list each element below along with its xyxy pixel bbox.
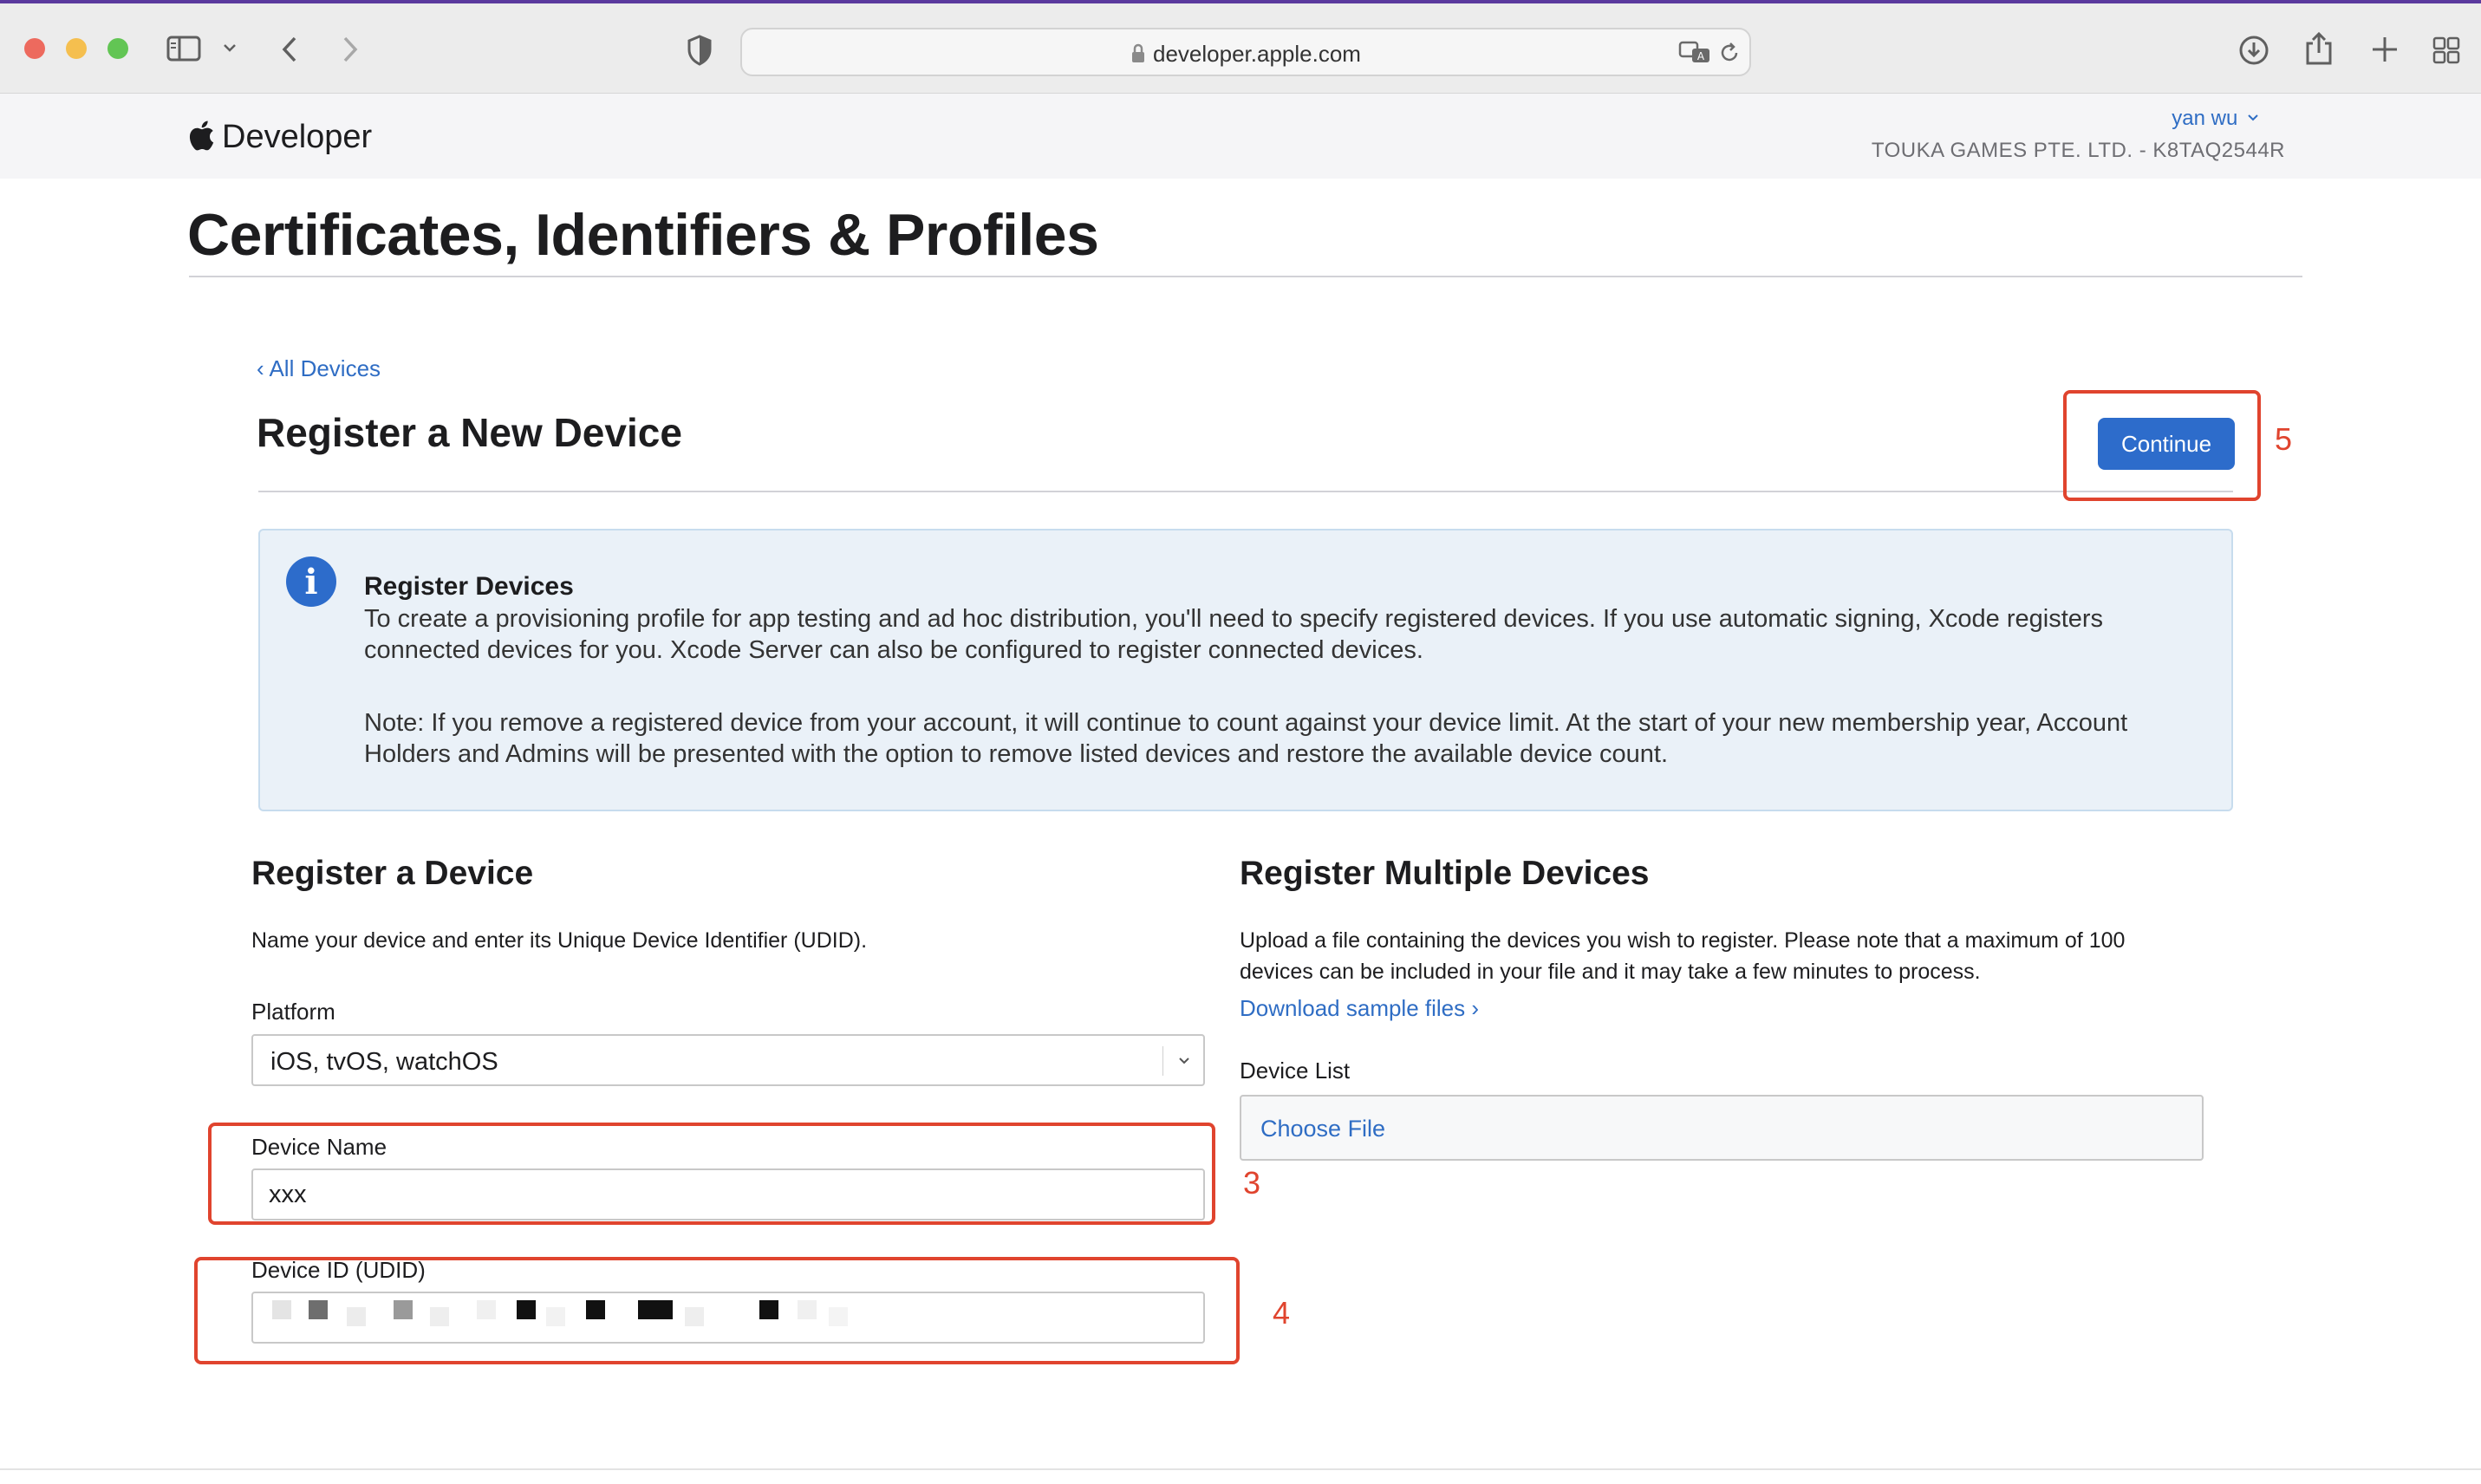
select-divider xyxy=(1162,1046,1163,1076)
annotation-step-4: 4 xyxy=(1273,1295,1291,1331)
chevron-down-icon[interactable] xyxy=(222,42,238,58)
section-title: Register a New Device xyxy=(257,410,682,455)
address-bar[interactable]: developer.apple.com A xyxy=(740,28,1751,76)
privacy-shield-icon[interactable] xyxy=(687,35,713,70)
download-sample-files-link[interactable]: Download sample files › xyxy=(1240,995,1479,1022)
share-icon[interactable] xyxy=(2304,31,2334,70)
register-multiple-description: Upload a file containing the devices you… xyxy=(1240,928,2126,984)
brand-label: Developer xyxy=(222,118,373,155)
info-icon: i xyxy=(286,556,336,607)
url-text: developer.apple.com xyxy=(1153,41,1361,67)
register-multiple-title: Register Multiple Devices xyxy=(1240,855,1650,892)
developer-home-link[interactable]: Developer xyxy=(187,111,372,163)
account-menu[interactable]: yan wu xyxy=(2172,104,2259,131)
lock-icon xyxy=(1130,43,1146,70)
apple-logo-icon xyxy=(187,119,215,156)
page-title: Certificates, Identifiers & Profiles xyxy=(187,202,1099,268)
back-arrow-icon[interactable] xyxy=(279,35,300,68)
info-note: Note: If you remove a registered device … xyxy=(364,709,2128,768)
platform-value: iOS, tvOS, watchOS xyxy=(270,1048,498,1076)
annotation-step-5: 5 xyxy=(2275,421,2293,457)
footer-divider xyxy=(0,1468,2481,1470)
annotation-box-continue xyxy=(2063,390,2261,501)
minimize-window-button[interactable] xyxy=(66,38,87,59)
register-device-description: Name your device and enter its Unique De… xyxy=(251,928,868,953)
developer-header: Developer yan wu TOUKA GAMES PTE. LTD. -… xyxy=(0,94,2481,179)
browser-toolbar: developer.apple.com A xyxy=(0,0,2481,94)
info-paragraph: To create a provisioning profile for app… xyxy=(364,605,2104,664)
platform-select[interactable]: iOS, tvOS, watchOS xyxy=(251,1034,1205,1086)
choose-file-button[interactable]: Choose File xyxy=(1260,1116,1385,1142)
info-notice: i Register Devices To create a provision… xyxy=(258,529,2233,811)
all-devices-link[interactable]: ‹ All Devices xyxy=(257,355,381,382)
forward-arrow-icon[interactable] xyxy=(340,35,361,68)
new-tab-icon[interactable] xyxy=(2370,35,2400,68)
sidebar-toggle-icon[interactable] xyxy=(166,35,201,67)
section-divider xyxy=(258,491,2233,492)
title-divider xyxy=(189,276,2302,277)
team-name: TOUKA GAMES PTE. LTD. - K8TAQ2544R xyxy=(1871,139,2285,162)
register-device-title: Register a Device xyxy=(251,855,534,892)
annotation-box-device-name xyxy=(208,1123,1215,1225)
annotation-box-device-id xyxy=(194,1257,1240,1364)
device-list-label: Device List xyxy=(1240,1058,1351,1084)
translate-icon[interactable]: A xyxy=(1678,40,1713,70)
chevron-down-icon xyxy=(2247,104,2259,128)
downloads-icon[interactable] xyxy=(2238,35,2269,70)
annotation-step-3: 3 xyxy=(1243,1165,1261,1201)
url-display: developer.apple.com xyxy=(742,41,1749,70)
close-window-button[interactable] xyxy=(24,38,45,59)
reload-icon[interactable] xyxy=(1718,42,1741,68)
tab-overview-icon[interactable] xyxy=(2432,36,2460,68)
account-name: yan wu xyxy=(2172,107,2238,130)
chevron-down-icon xyxy=(1177,1055,1191,1071)
info-heading: Register Devices xyxy=(364,572,574,601)
device-list-file-input[interactable]: Choose File xyxy=(1240,1095,2204,1161)
svg-text:A: A xyxy=(1697,50,1705,62)
zoom-window-button[interactable] xyxy=(107,38,128,59)
platform-label: Platform xyxy=(251,999,335,1025)
